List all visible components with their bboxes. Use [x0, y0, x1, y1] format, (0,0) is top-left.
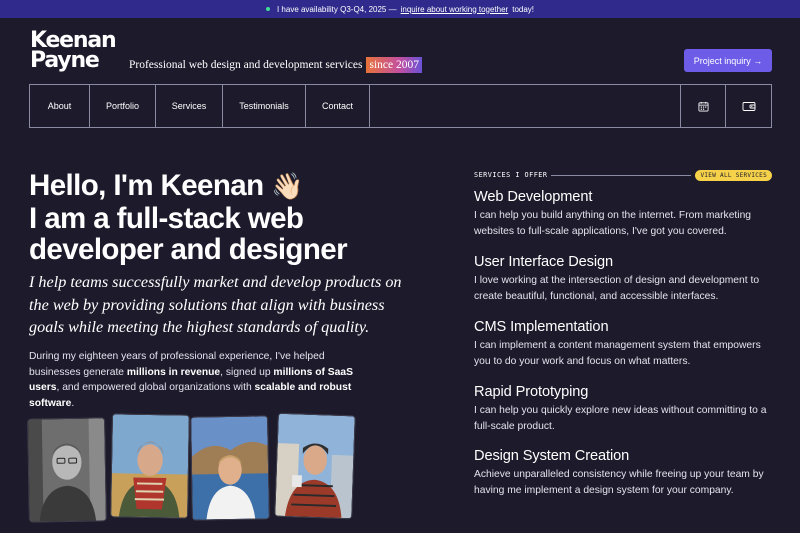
service-web-development: Web Development I can help you build any…: [474, 188, 774, 239]
inquire-link[interactable]: inquire about working together: [401, 5, 509, 14]
services-divider: [551, 174, 692, 176]
service-description: I can help you build anything on the int…: [474, 210, 752, 237]
wallet-icon: [742, 101, 755, 111]
service-title: Rapid Prototyping: [474, 384, 589, 400]
hero-line-hello: Hello, I'm Keenan: [29, 169, 264, 202]
portrait-photo-3: [190, 415, 270, 521]
view-all-services-button[interactable]: VIEW ALL SERVICES: [695, 169, 772, 181]
service-rapid-prototyping: Rapid Prototyping I can help you quickly…: [474, 383, 774, 434]
hero-lead: I help teams successfully market and dev…: [29, 273, 402, 336]
service-description: I can help you quickly explore new ideas…: [474, 405, 767, 432]
service-description: I can implement a content management sys…: [474, 340, 761, 367]
calendar-button[interactable]: [681, 85, 726, 127]
service-cms-implementation: CMS Implementation I can implement a con…: [474, 318, 774, 369]
portrait-photo-1: [27, 417, 107, 523]
logo-line-last: Payne: [30, 48, 100, 73]
hero-body-text: , signed up: [220, 366, 274, 378]
project-inquiry-button[interactable]: Project inquiry →: [684, 49, 772, 72]
hero-body: During my eighteen years of professional…: [29, 349, 359, 411]
nav-item-testimonials[interactable]: Testimonials: [223, 85, 306, 127]
wallet-button[interactable]: [726, 85, 771, 127]
wave-emoji-icon: 👋🏻: [271, 171, 303, 201]
services-header: SERVICES I OFFER VIEW ALL SERVICES: [474, 168, 772, 182]
availability-banner: I have availability Q3-Q4, 2025 — inquir…: [0, 0, 800, 18]
hero-body-text: , and empowered global organizations wit…: [56, 382, 255, 393]
service-title: User Interface Design: [474, 254, 614, 270]
service-title: CMS Implementation: [474, 319, 609, 335]
service-title: Web Development: [474, 189, 593, 205]
status-dot-icon: [265, 7, 270, 11]
service-ui-design: User Interface Design I love working at …: [474, 253, 774, 304]
portrait-photo-4: [274, 412, 356, 520]
nav-spacer: [370, 85, 681, 127]
hero-line-role-1: I am a full-stack web: [29, 201, 304, 235]
site-logo[interactable]: Keenan Payne: [30, 30, 120, 73]
service-description: I love working at the intersection of de…: [474, 275, 760, 302]
calendar-icon: [698, 101, 708, 111]
hero-heading: Hello, I'm Keenan 👋🏻 I am a full-stack w…: [29, 170, 449, 266]
nav-item-contact[interactable]: Contact: [306, 85, 370, 127]
hero-line-role-2: developer and designer: [29, 233, 348, 266]
tagline-text: Professional web design and development …: [129, 59, 363, 71]
nav-item-about[interactable]: About: [30, 85, 90, 127]
service-title: Design System Creation: [474, 448, 630, 464]
banner-text: I have availability Q3-Q4, 2025 —: [276, 4, 397, 14]
hero-body-text: .: [71, 397, 75, 409]
hero-body-highlight-revenue: millions in revenue: [126, 366, 221, 378]
nav-item-services[interactable]: Services: [156, 85, 223, 127]
tagline: Professional web design and development …: [129, 57, 422, 73]
portrait-photo-2: [110, 413, 190, 519]
services-label: SERVICES I OFFER: [474, 171, 548, 179]
since-badge: since 2007: [366, 57, 422, 73]
nav-item-portfolio[interactable]: Portfolio: [90, 85, 156, 127]
service-description: Achieve unparalleled consistency while f…: [474, 469, 764, 496]
main-nav: About Portfolio Services Testimonials Co…: [29, 84, 772, 128]
banner-suffix: today!: [512, 4, 535, 14]
service-design-system: Design System Creation Achieve unparalle…: [474, 447, 774, 498]
